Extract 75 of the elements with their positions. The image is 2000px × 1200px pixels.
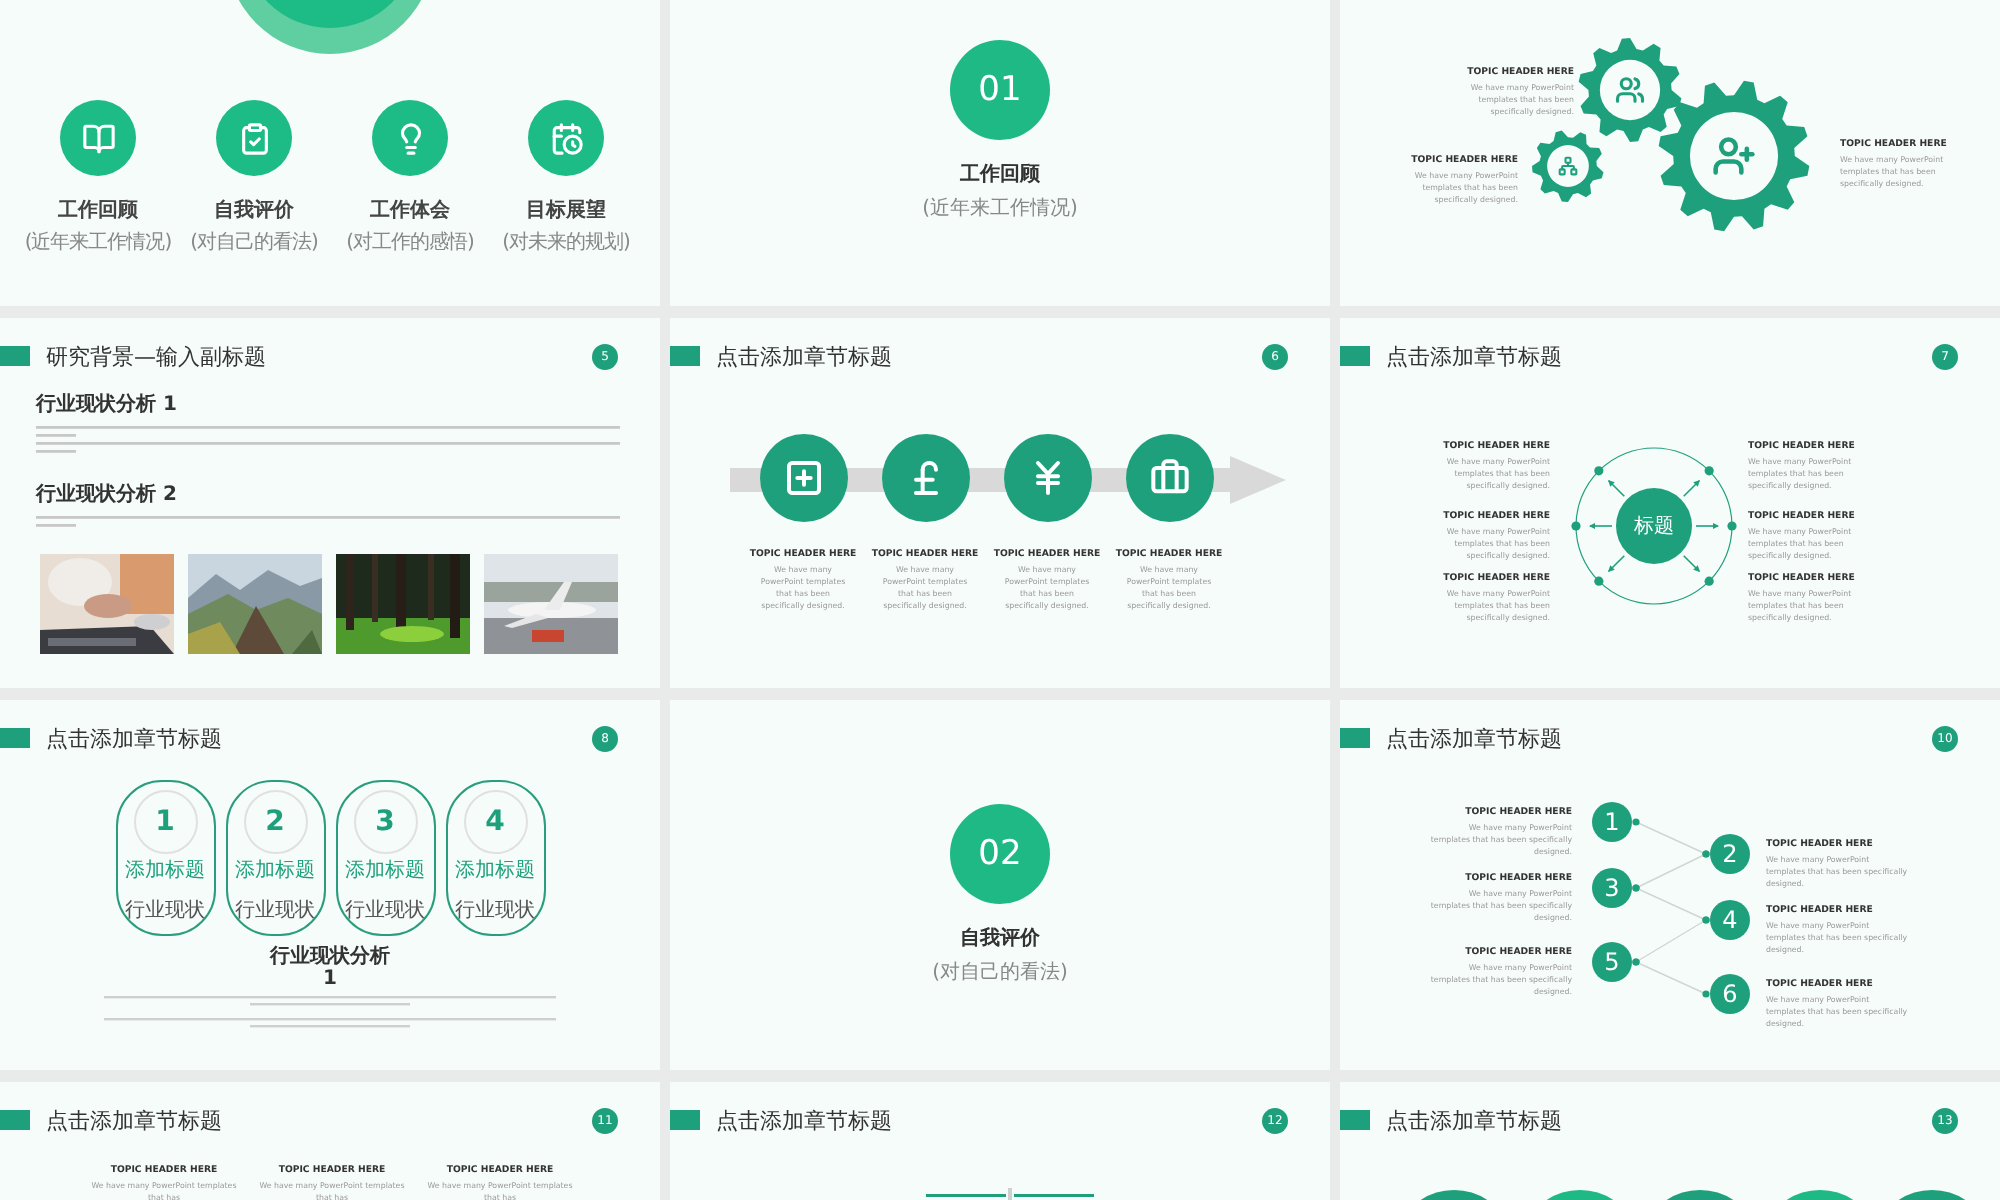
connector-line — [1632, 958, 1710, 998]
item-title: 工作回顾 — [58, 197, 138, 224]
slide-title: 点击添加章节标题 — [46, 723, 222, 753]
title-bar — [0, 346, 30, 366]
step-node: 3 — [1592, 868, 1632, 908]
book-icon — [81, 121, 115, 155]
section-title: 工作回顾 — [960, 161, 1040, 188]
slide[interactable] — [1340, 700, 2000, 1070]
section-heading: 行业现状分析 1 — [36, 391, 179, 418]
step-number: 3 — [353, 790, 417, 854]
slide-title: 点击添加章节标题 — [1386, 341, 1562, 371]
org-chart-icon — [1558, 156, 1578, 176]
slide[interactable]: 01 工作回顾 (近年来工作情况) — [670, 0, 1330, 306]
item-subtitle: (对自己的看法) — [190, 229, 318, 256]
title-bar — [670, 346, 700, 366]
slide-title: 点击添加章节标题 — [46, 1105, 222, 1135]
section-number: 01 — [950, 40, 1050, 140]
item-title: 工作体会 — [370, 197, 450, 224]
slide[interactable]: 工作回顾 (近年来工作情况) 自我评价 (对自己的看法) 工作体会 (对工作的感悟) 目标展望 (对未来的规划) — [0, 0, 660, 306]
title-bar — [0, 728, 30, 748]
step-node: 6 — [1710, 974, 1750, 1014]
slide-title: 点击添加章节标题 — [716, 1105, 892, 1135]
heading-number: 1 — [323, 969, 337, 990]
step-label: 行业现状 — [455, 897, 535, 924]
people-icon — [1615, 77, 1645, 103]
step-number: 2 — [243, 790, 307, 854]
user-plus-icon — [1713, 137, 1755, 175]
briefcase-icon — [1149, 458, 1189, 498]
step-label: 行业现状 — [125, 897, 205, 924]
title-bar — [1340, 728, 1370, 748]
slide[interactable]: 02 自我评价 (对自己的看法) — [670, 700, 1330, 1070]
arrow-line — [1607, 554, 1626, 573]
step-caption: 添加标题 — [125, 857, 205, 884]
section-heading: 行业现状分析 2 — [36, 481, 179, 508]
plus-square-icon — [783, 458, 823, 498]
item-title: 目标展望 — [526, 197, 606, 224]
step-label: 行业现状 — [235, 897, 315, 924]
item-subtitle: (近年来工作情况) — [24, 229, 172, 256]
item-subtitle: (对未来的规划) — [502, 229, 630, 256]
step-node: 4 — [1710, 900, 1750, 940]
slide[interactable] — [1340, 0, 2000, 306]
step-node: 2 — [1710, 834, 1750, 874]
item-title: 自我评价 — [214, 197, 294, 224]
center-node: 标题 — [1616, 488, 1692, 564]
title-bar — [670, 1110, 700, 1130]
slide-title: 点击添加章节标题 — [1386, 723, 1562, 753]
slide[interactable] — [670, 318, 1330, 688]
slide-title: 点击添加章节标题 — [716, 341, 892, 371]
title-bar — [0, 1110, 30, 1130]
slide[interactable] — [1340, 318, 2000, 688]
arrow-line — [1695, 522, 1720, 530]
calendar-clock-icon — [549, 121, 583, 155]
item-subtitle: (对工作的感悟) — [346, 229, 474, 256]
title-bar — [1340, 1110, 1370, 1130]
arrow-line — [1607, 479, 1626, 498]
section-subtitle: (对自己的看法) — [932, 959, 1068, 986]
clipboard-check-icon — [237, 121, 271, 155]
arrow-line — [1682, 554, 1701, 573]
section-subtitle: (近年来工作情况) — [922, 195, 1078, 222]
arrow-line — [1682, 479, 1701, 498]
step-number: 1 — [133, 790, 197, 854]
step-caption: 添加标题 — [345, 857, 425, 884]
step-number: 4 — [463, 790, 527, 854]
step-label: 行业现状 — [345, 897, 425, 924]
arrow-line — [1588, 522, 1613, 530]
step-caption: 添加标题 — [235, 857, 315, 884]
section-heading: 行业现状分析 — [270, 948, 390, 969]
step-node: 5 — [1592, 942, 1632, 982]
slide-title: 点击添加章节标题 — [1386, 1105, 1562, 1135]
title-bar — [1340, 346, 1370, 366]
slide-title: 研究背景—输入副标题 — [46, 341, 266, 371]
section-number: 02 — [950, 804, 1050, 904]
section-title: 自我评价 — [960, 925, 1040, 952]
step-node: 1 — [1592, 802, 1632, 842]
step-caption: 添加标题 — [455, 857, 535, 884]
